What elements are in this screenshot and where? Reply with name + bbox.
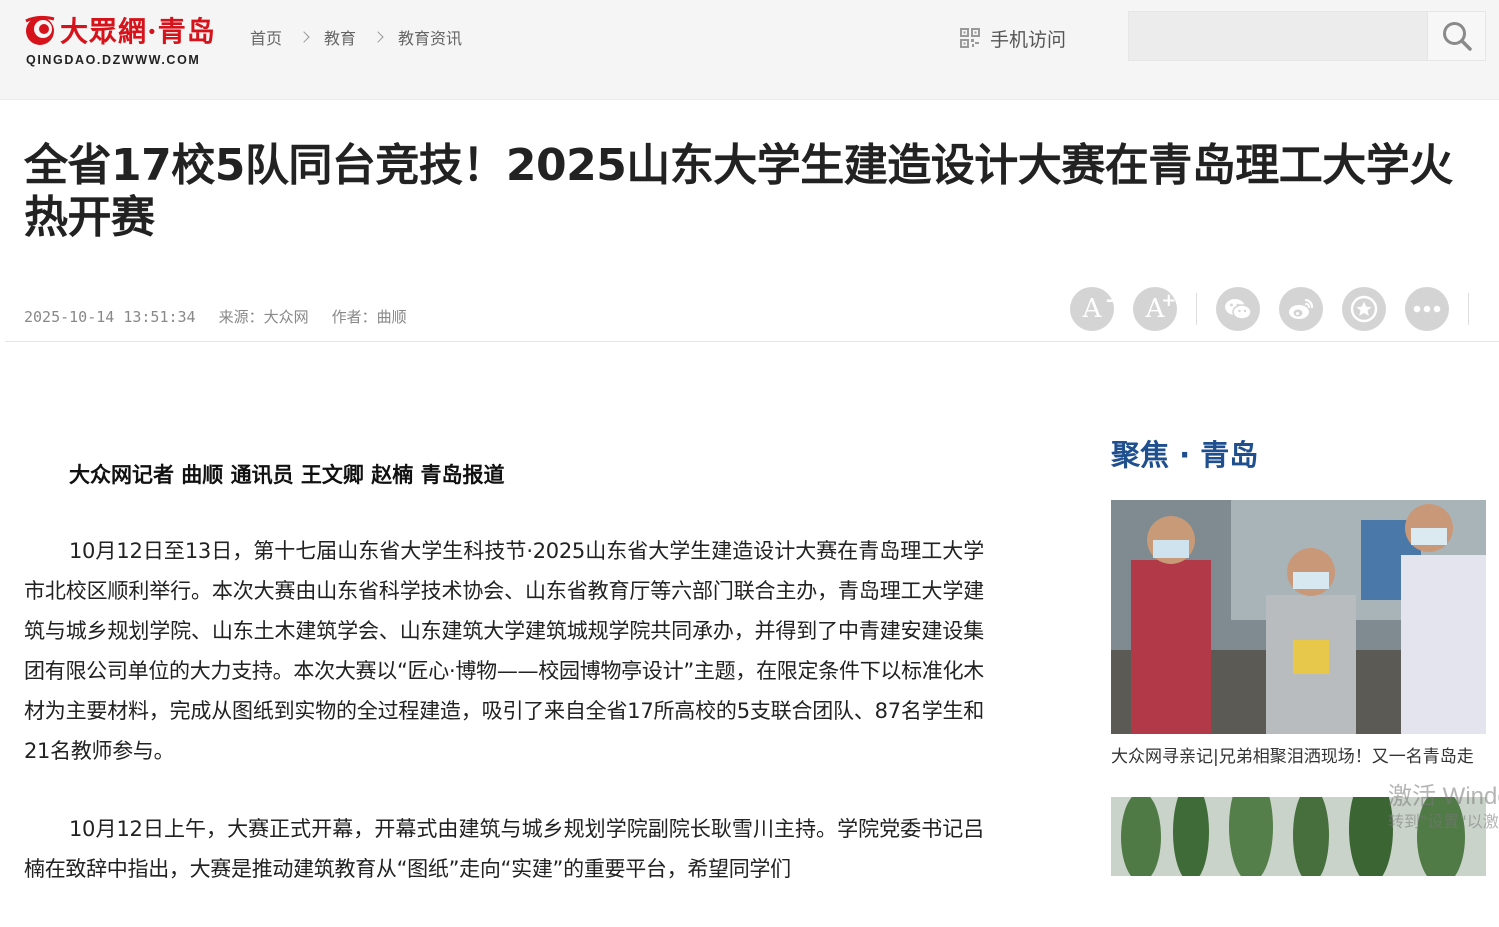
more-button[interactable] [1405, 287, 1449, 331]
header-divider [5, 341, 1499, 342]
breadcrumb: 首页 教育 教育资讯 [250, 25, 462, 49]
news-photo-image [1111, 500, 1486, 734]
logo-text: 大眾網·青岛 [60, 15, 216, 48]
breadcrumb-education-news[interactable]: 教育资讯 [398, 25, 462, 49]
article-tools: A- A + [1070, 287, 1488, 331]
os-activation-overlay: 激活 Windows [1388, 783, 1499, 810]
share-wechat-button[interactable] [1216, 287, 1260, 331]
wechat-icon [1225, 299, 1252, 320]
site-logo[interactable]: 大眾網·青岛 QINGDAO.DZWWW.COM [24, 10, 224, 70]
article-title: 全省17校5队同台竞技！2025山东大学生建造设计大赛在青岛理工大学火热开赛 [24, 140, 1453, 243]
font-increase-button[interactable]: A + [1133, 287, 1177, 331]
logo-mark-icon [25, 15, 55, 45]
os-activation-overlay-hint: 转到"设置"以激活 [1388, 812, 1499, 831]
top-bar: 大眾網·青岛 QINGDAO.DZWWW.COM 首页 教育 教育资讯 手机访问 [0, 0, 1499, 100]
article-paragraph: 10月12日上午，大赛正式开幕，开幕式由建筑与城乡规划学院副院长耿雪川主持。学院… [24, 817, 984, 881]
mobile-access-link[interactable]: 手机访问 [960, 26, 1067, 51]
article-source: 来源：大众网 [218, 308, 309, 326]
tools-divider [1468, 293, 1469, 325]
article-meta: 2025-10-14 13:51:34 来源：大众网 作者：曲顺 [24, 306, 421, 327]
search-input[interactable] [1129, 12, 1427, 60]
font-decrease-button[interactable]: A- [1070, 287, 1114, 331]
search-box [1128, 11, 1486, 61]
breadcrumb-education[interactable]: 教育 [324, 25, 356, 49]
favorite-button[interactable] [1342, 287, 1386, 331]
news-photo[interactable] [1111, 500, 1486, 734]
sidebar-title: 聚焦 · 青岛 [1111, 438, 1259, 472]
news-caption[interactable]: 大众网寻亲记|兄弟相聚泪洒现场！又一名青岛走 [1111, 742, 1499, 767]
article-body: 大众网记者 曲顺 通讯员 王文卿 赵楠 青岛报道 10月12日至13日，第十七届… [24, 455, 984, 927]
breadcrumb-home[interactable]: 首页 [250, 25, 282, 49]
qr-code-icon [960, 28, 980, 48]
favorite-icon [1350, 295, 1378, 323]
sidebar-news-card[interactable]: 大众网寻亲记|兄弟相聚泪洒现场！又一名青岛走 [1111, 500, 1499, 767]
article-author: 作者：曲顺 [331, 308, 407, 326]
mobile-access-label: 手机访问 [990, 28, 1067, 51]
chevron-right-icon [372, 31, 384, 43]
font-increase-icon: A + [1145, 290, 1177, 324]
weibo-icon [1289, 298, 1314, 319]
logo-domain: QINGDAO.DZWWW.COM [26, 53, 201, 67]
article-byline: 大众网记者 曲顺 通讯员 王文卿 赵楠 青岛报道 [69, 463, 505, 487]
publish-datetime: 2025-10-14 13:51:34 [24, 308, 196, 326]
font-decrease-icon: A- [1082, 290, 1114, 324]
chevron-right-icon [298, 31, 310, 43]
share-weibo-button[interactable] [1279, 287, 1323, 331]
search-icon [1442, 22, 1472, 51]
more-icon [1413, 305, 1441, 313]
article-paragraph: 10月12日至13日，第十七届山东省大学生科技节·2025山东省大学生建造设计大… [24, 539, 984, 763]
search-button[interactable] [1427, 12, 1485, 60]
tools-divider [1196, 293, 1197, 325]
